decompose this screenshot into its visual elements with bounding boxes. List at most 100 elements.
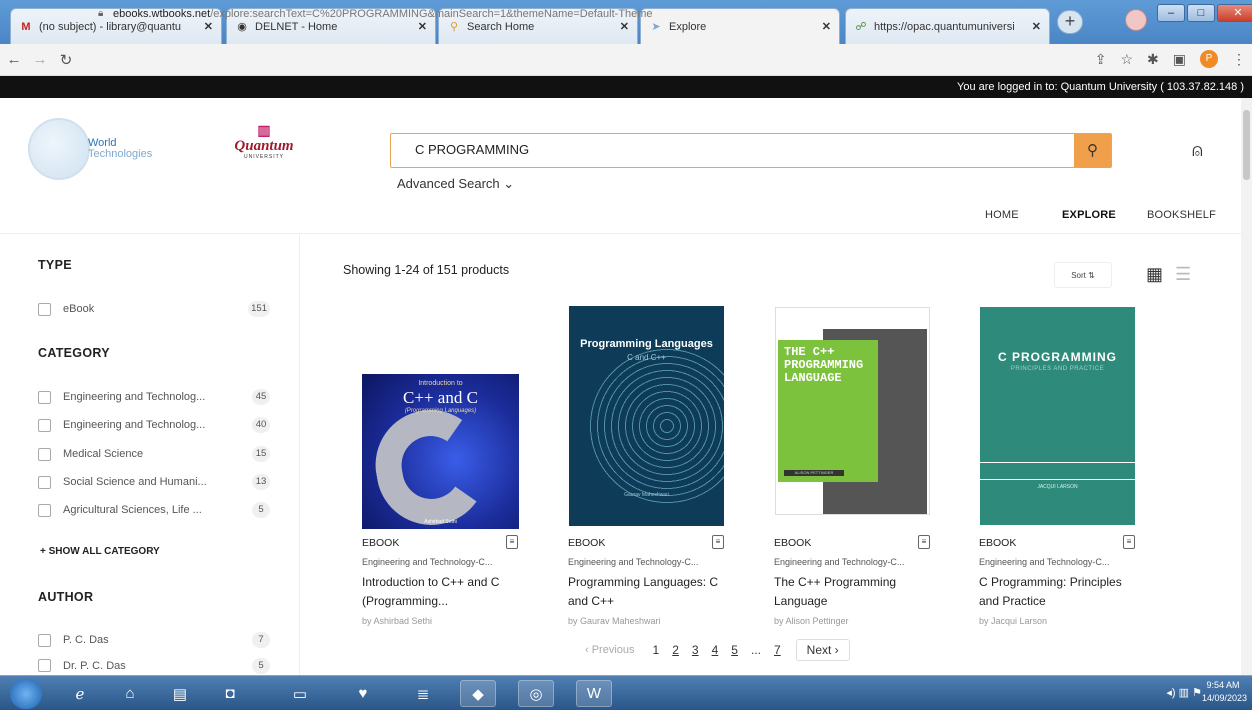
checkbox[interactable] [38, 390, 51, 404]
book-author[interactable]: by Alison Pettinger [774, 616, 934, 626]
star-icon[interactable]: ☆ [1120, 51, 1133, 68]
profile-menu-icon[interactable] [1125, 9, 1147, 31]
checkbox[interactable] [38, 302, 51, 316]
book-cover[interactable]: THE C++ PROGRAMMING LANGUAGE ALISON PETT… [775, 307, 930, 515]
outlook-icon[interactable]: ◘ [212, 680, 248, 707]
advanced-search-toggle[interactable]: Advanced Search ⌄ [397, 176, 514, 192]
extensions-icon[interactable]: ✱ [1147, 51, 1159, 68]
profile-avatar[interactable]: P [1200, 50, 1218, 68]
scrollbar-thumb[interactable] [1243, 110, 1250, 180]
book-cover[interactable]: Introduction to C++ and C (Programming L… [362, 374, 519, 529]
flag-icon[interactable]: ⚑ [1192, 687, 1202, 699]
internet-explorer-icon[interactable]: ℯ [62, 680, 98, 707]
start-button[interactable] [10, 679, 42, 709]
search-input[interactable] [415, 142, 1055, 157]
checkbox[interactable] [38, 503, 51, 517]
facet-category[interactable]: Agricultural Sciences, Life ... 5 [38, 501, 270, 519]
nav-bookshelf[interactable]: BOOKSHELF [1147, 209, 1216, 221]
book-category: Engineering and Technology-C... [979, 557, 1110, 567]
forward-arrow-icon[interactable]: → [28, 51, 52, 68]
book-cover[interactable]: Programming Languages C and C++ Gaurav M… [569, 306, 724, 526]
facet-category[interactable]: Engineering and Technolog... 40 [38, 416, 270, 434]
page-link[interactable]: 2 [672, 643, 679, 657]
page-link[interactable]: 3 [692, 643, 699, 657]
tab-explore[interactable]: ➤ Explore ✕ [640, 8, 840, 44]
checkbox[interactable] [38, 447, 51, 461]
book-title[interactable]: The C++ Programming Language [774, 573, 939, 611]
quantum-university-logo[interactable]: ▥ Quantum UNIVERSITY [226, 122, 302, 180]
app-icon[interactable]: ♥ [345, 680, 381, 707]
book-card[interactable]: C PROGRAMMING PRINCIPLES AND PRACTICE JA… [977, 305, 1157, 630]
folder-icon[interactable]: ▭ [282, 680, 318, 707]
world-technologies-logo[interactable] [28, 118, 90, 180]
menu-icon[interactable]: ⋮ [1232, 51, 1246, 68]
nav-home[interactable]: HOME [985, 209, 1019, 221]
close-icon[interactable]: ✕ [204, 20, 213, 33]
checkbox[interactable] [38, 418, 51, 432]
window-close-button[interactable]: ✕ [1217, 4, 1252, 22]
facet-category[interactable]: Social Science and Humani... 13 [38, 473, 270, 491]
user-icon[interactable]: ⍝ [1192, 140, 1203, 161]
word-icon[interactable]: W [576, 680, 612, 707]
cover-art [366, 401, 496, 529]
wt-logo-text: World Technologies [88, 138, 152, 160]
chrome-icon[interactable]: ◎ [518, 680, 554, 707]
close-icon[interactable]: ✕ [620, 20, 629, 33]
facet-author[interactable]: P. C. Das 7 [38, 631, 270, 649]
close-icon[interactable]: ✕ [418, 20, 427, 33]
facet-label: Social Science and Humani... [63, 476, 207, 488]
grid-view-icon[interactable]: ▦ [1146, 264, 1163, 285]
network-icon[interactable]: ▥ [1179, 687, 1189, 699]
book-title[interactable]: Introduction to C++ and C (Programming..… [362, 573, 527, 611]
book-title[interactable]: Programming Languages: C and C++ [568, 573, 733, 611]
next-page-button[interactable]: Next › [795, 638, 850, 661]
page-scrollbar[interactable] [1241, 98, 1252, 675]
back-arrow-icon[interactable]: ← [2, 51, 26, 68]
close-icon[interactable]: ✕ [1032, 20, 1041, 33]
search-icon: ⚲ [1087, 142, 1098, 159]
page-link[interactable]: 7 [774, 643, 781, 657]
sidebar-icon[interactable]: ▣ [1173, 51, 1186, 68]
url-field[interactable]: ebooks.wtbooks.net/explore:searchText=C%… [113, 8, 653, 20]
book-card[interactable]: Programming Languages C and C++ Gaurav M… [566, 305, 746, 630]
book-card[interactable]: THE C++ PROGRAMMING LANGUAGE ALISON PETT… [772, 305, 952, 630]
system-clock[interactable]: 9:54 AM 14/09/2023 [1202, 679, 1247, 705]
page-link[interactable]: 5 [731, 643, 738, 657]
tab-title: https://opac.quantumuniversi [874, 20, 1015, 33]
show-all-category-link[interactable]: + SHOW ALL CATEGORY [40, 546, 160, 557]
page-link[interactable]: 1 [653, 643, 660, 657]
checkbox[interactable] [38, 659, 51, 672]
volume-icon[interactable]: ◂) [1166, 687, 1175, 699]
previous-page-button[interactable]: ‹ Previous [585, 644, 635, 656]
facet-author[interactable]: Dr. P. C. Das 5 [38, 657, 270, 674]
sort-button[interactable]: Sort ⇅ [1054, 262, 1112, 288]
book-author[interactable]: by Ashirbad Sethi [362, 616, 522, 626]
reload-icon[interactable]: ↻ [54, 51, 78, 69]
checkbox[interactable] [38, 633, 51, 647]
checkbox[interactable] [38, 475, 51, 489]
book-title[interactable]: C Programming: Principles and Practice [979, 573, 1144, 611]
book-author[interactable]: by Gaurav Maheshwari [568, 616, 728, 626]
new-tab-button[interactable]: + [1057, 10, 1083, 34]
page-link[interactable]: 4 [712, 643, 719, 657]
tab-opac[interactable]: ☍ https://opac.quantumuniversi ✕ [845, 8, 1050, 44]
list-view-icon[interactable]: ☰ [1175, 264, 1191, 285]
notepad-icon[interactable]: ≣ [405, 680, 441, 707]
nav-explore[interactable]: EXPLORE [1062, 209, 1116, 221]
minimize-button[interactable]: – [1157, 4, 1185, 22]
maximize-button[interactable]: □ [1187, 4, 1215, 22]
book-cover[interactable]: C PROGRAMMING PRINCIPLES AND PRACTICE JA… [980, 307, 1135, 525]
page-ellipsis: ... [750, 642, 761, 657]
close-icon[interactable]: ✕ [822, 20, 831, 33]
share-icon[interactable]: ⇪ [1095, 51, 1107, 68]
search-button[interactable]: ⚲ [1074, 134, 1111, 167]
facet-category[interactable]: Engineering and Technolog... 45 [38, 388, 270, 406]
facet-category[interactable]: Medical Science 15 [38, 445, 270, 463]
book-app-icon[interactable]: ◆ [460, 680, 496, 707]
acrobat-icon[interactable]: ⌂ [112, 680, 148, 707]
media-icon[interactable]: ▤ [162, 680, 198, 707]
book-card[interactable]: Introduction to C++ and C (Programming L… [360, 305, 540, 630]
book-author[interactable]: by Jacqui Larson [979, 616, 1139, 626]
clock-time: 9:54 AM [1206, 680, 1240, 690]
facet-type-ebook[interactable]: eBook 151 [38, 300, 270, 318]
